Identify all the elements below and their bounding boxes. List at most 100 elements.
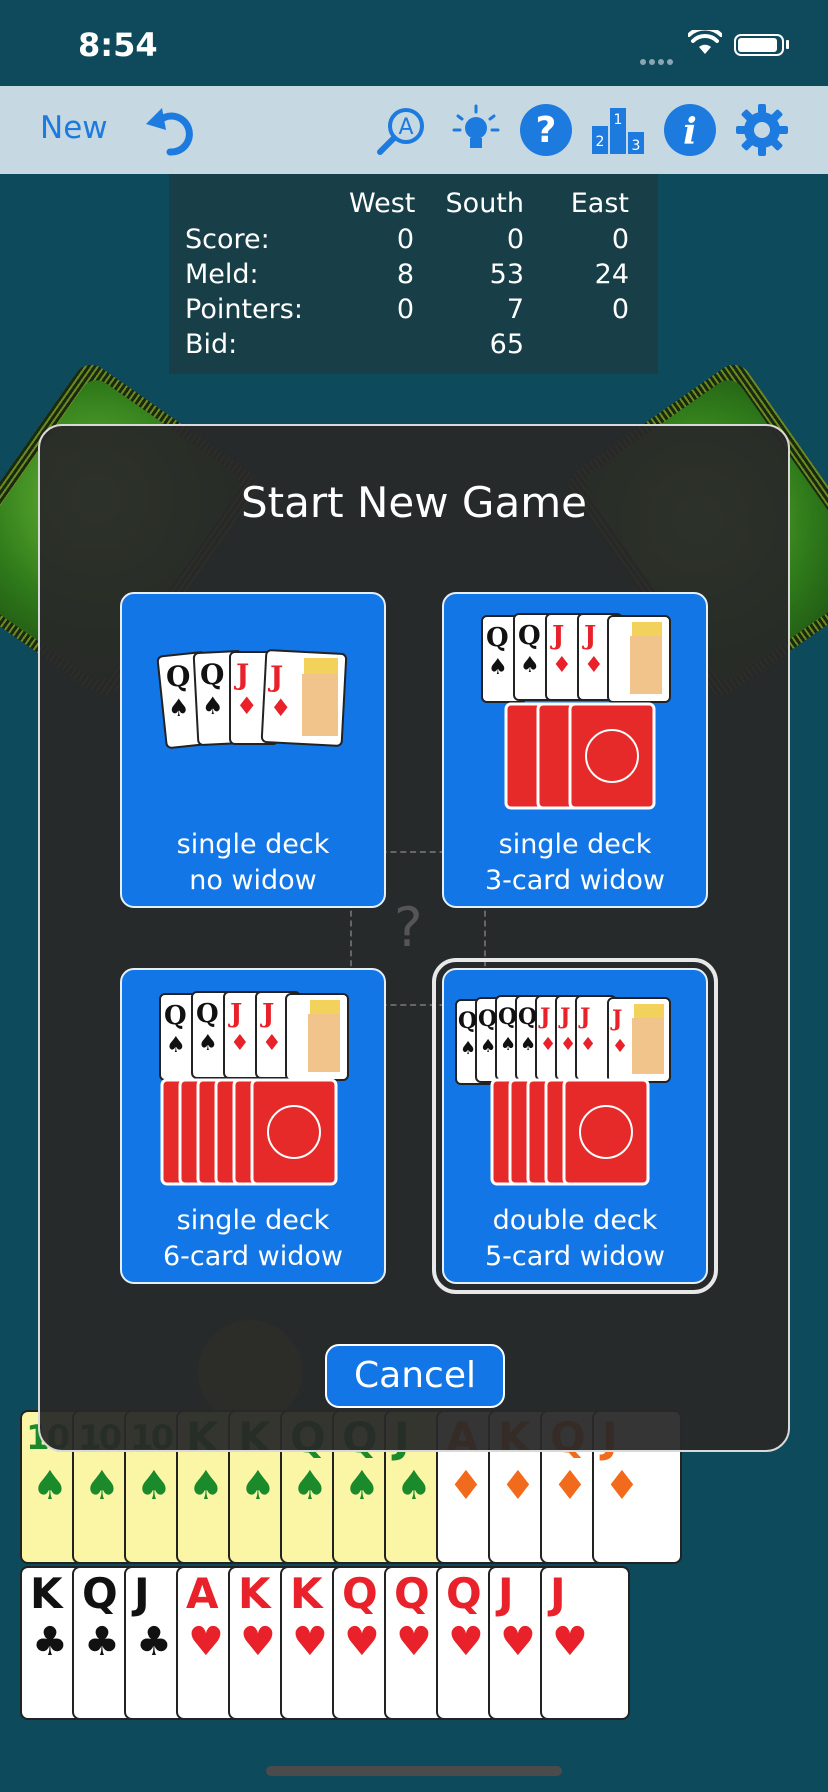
card-rank: Q	[446, 1569, 482, 1618]
help-icon[interactable]: ?	[518, 102, 574, 158]
settings-icon[interactable]	[734, 102, 790, 158]
svg-text:Q: Q	[518, 621, 541, 651]
card-suit-icon: ♥	[240, 1619, 276, 1665]
card-suit-icon: ♥	[344, 1619, 380, 1665]
svg-text:♦: ♦	[540, 1034, 556, 1055]
undo-icon[interactable]	[144, 104, 200, 156]
option-single-deck-6-card-widow[interactable]: Q ♠ Q ♠ J ♦ J ♦ single deck 6-card widow	[120, 968, 386, 1284]
svg-text:?: ?	[536, 110, 557, 151]
ghost-question-mark: ?	[394, 896, 423, 959]
hand-card[interactable]: J ♥	[540, 1566, 630, 1720]
pointers-south: 7	[506, 294, 524, 325]
card-suit-icon: ♠	[240, 1463, 276, 1509]
dialog-title: Start New Game	[241, 478, 587, 527]
svg-text:♠: ♠	[488, 654, 508, 680]
svg-text:♦: ♦	[612, 1036, 628, 1057]
svg-text:Q: Q	[486, 623, 509, 653]
svg-text:♠: ♠	[460, 1038, 476, 1059]
card-suit-icon: ♠	[84, 1463, 120, 1509]
svg-text:J: J	[267, 660, 283, 693]
svg-text:J: J	[558, 1004, 570, 1030]
card-rank: A	[186, 1569, 219, 1618]
wifi-icon	[688, 30, 722, 54]
option-double-deck-5-card-widow[interactable]: Q ♠ Q ♠ Q ♠ Q ♠ J ♦ J ♦ J ♦ J ♦ double deck 5-ca…	[432, 958, 718, 1294]
svg-text:♦: ♦	[236, 691, 258, 720]
card-suit-icon: ♥	[396, 1619, 432, 1665]
card-rank: K	[30, 1569, 63, 1618]
card-rank: K	[238, 1569, 271, 1618]
svg-text:♠: ♠	[198, 1030, 218, 1056]
svg-text:2: 2	[596, 134, 605, 150]
svg-text:Q: Q	[164, 1001, 187, 1031]
svg-text:♠: ♠	[168, 693, 190, 722]
cancel-button[interactable]: Cancel	[325, 1344, 505, 1408]
lightbulb-icon[interactable]	[448, 102, 504, 158]
score-south: 0	[506, 224, 524, 255]
cards-preview-icon: Q♠ Q♠ J♦ J♦	[159, 991, 349, 1186]
meld-east: 24	[594, 259, 629, 290]
card-rank: J	[498, 1569, 514, 1618]
new-game-dialog: Start New Game ? Q ♠ Q ♠ J ♦ J ♦ single deck…	[38, 424, 790, 1452]
svg-text:♦: ♦	[262, 1030, 282, 1056]
hint-search-icon[interactable]: A	[374, 102, 430, 158]
svg-text:J: J	[538, 1004, 550, 1030]
svg-text:♠: ♠	[520, 1034, 536, 1055]
battery-icon	[734, 34, 784, 56]
svg-text:♦: ♦	[584, 652, 604, 678]
card-suit-icon: ♠	[344, 1463, 380, 1509]
card-suit-icon: ♥	[552, 1619, 588, 1665]
svg-text:♠: ♠	[166, 1032, 186, 1058]
leaderboard-icon[interactable]: 2 1 3	[590, 102, 646, 158]
svg-text:♦: ♦	[580, 1034, 596, 1055]
svg-text:♦: ♦	[560, 1034, 576, 1055]
score-west: 0	[396, 224, 414, 255]
header-east: East	[570, 188, 629, 219]
option-label-line2: 5-card widow	[485, 1241, 665, 1272]
home-indicator	[266, 1766, 562, 1776]
meld-south: 53	[489, 259, 524, 290]
option-label-line2: 3-card widow	[485, 865, 665, 896]
row-label-bid: Bid:	[185, 329, 238, 360]
option-single-deck-no-widow[interactable]: Q ♠ Q ♠ J ♦ J ♦ single deck no widow	[120, 592, 386, 908]
svg-text:Q: Q	[458, 1008, 477, 1034]
card-suit-icon: ♠	[188, 1463, 224, 1509]
card-suit-icon: ♦	[604, 1463, 640, 1509]
svg-text:J: J	[578, 1004, 590, 1030]
cards-preview-icon: Q♠ Q♠ J♦ J♦	[156, 649, 348, 749]
svg-text:Q: Q	[518, 1004, 537, 1030]
option-label-line2: no widow	[189, 865, 317, 896]
svg-text:♠: ♠	[520, 652, 540, 678]
info-icon[interactable]: i	[662, 102, 718, 158]
score-table: West South East Score: 0 0 0 Meld: 8 53 …	[169, 174, 658, 374]
row-label-meld: Meld:	[185, 259, 259, 290]
svg-text:3: 3	[632, 138, 641, 154]
status-bar: 8:54	[0, 0, 828, 86]
svg-text:Q: Q	[196, 999, 219, 1029]
card-suit-icon: ♦	[552, 1463, 588, 1509]
score-east: 0	[611, 224, 629, 255]
card-rank: J	[134, 1569, 150, 1618]
option-label-line1: single deck	[498, 829, 652, 860]
card-suit-icon: ♣	[32, 1619, 68, 1665]
card-rank: J	[550, 1569, 566, 1618]
signal-icon	[640, 50, 676, 69]
option-label-line1: double deck	[492, 1205, 658, 1236]
card-suit-icon: ♠	[136, 1463, 172, 1509]
card-suit-icon: ♦	[500, 1463, 536, 1509]
header-south: South	[445, 188, 524, 219]
pointers-east: 0	[611, 294, 629, 325]
status-time: 8:54	[78, 26, 158, 64]
svg-text:1: 1	[614, 112, 623, 128]
card-suit-icon: ♠	[32, 1463, 68, 1509]
row-label-score: Score:	[185, 224, 270, 255]
svg-text:J: J	[228, 999, 242, 1029]
new-game-button[interactable]: New	[40, 110, 108, 146]
card-rank: Q	[394, 1569, 430, 1618]
bid-south: 65	[489, 329, 524, 360]
card-rank: K	[290, 1569, 323, 1618]
svg-text:Q: Q	[498, 1004, 517, 1030]
option-single-deck-3-card-widow[interactable]: Q ♠ Q ♠ J ♦ J ♦ single deck 3-card widow	[442, 592, 708, 908]
svg-text:Q: Q	[200, 658, 224, 691]
card-suit-icon: ♥	[500, 1619, 536, 1665]
pointers-west: 0	[396, 294, 414, 325]
